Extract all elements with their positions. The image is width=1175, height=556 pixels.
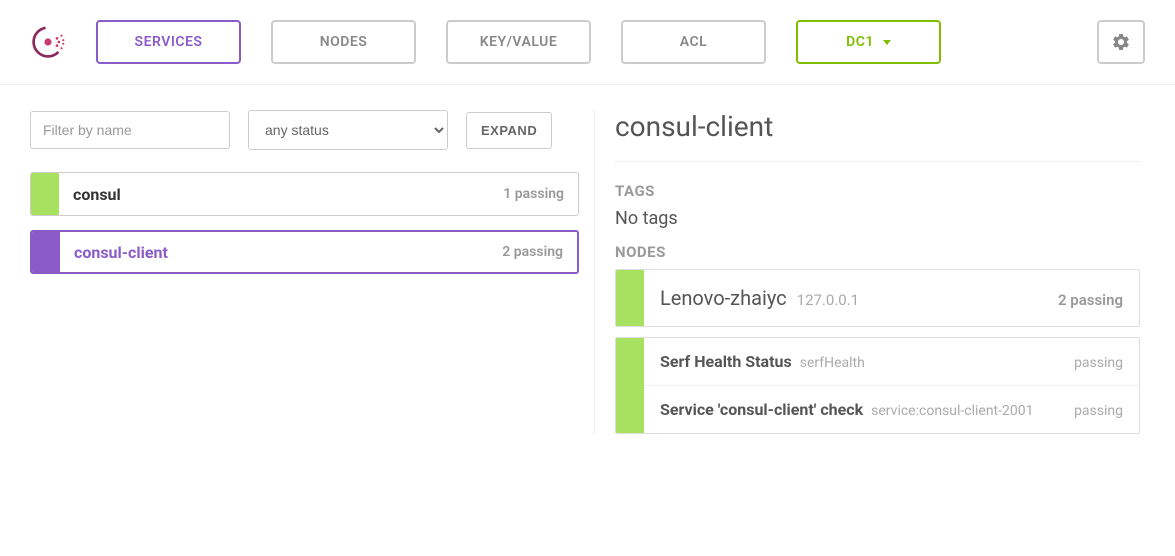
status-bar — [31, 173, 59, 215]
settings-button[interactable] — [1097, 20, 1145, 64]
gear-icon — [1111, 32, 1131, 52]
status-bar — [616, 270, 644, 326]
datacenter-label: DC1 — [846, 34, 874, 50]
checks-content: Serf Health Status serfHealth passing Se… — [644, 338, 1139, 433]
tags-value: No tags — [615, 208, 1140, 229]
service-item-consul[interactable]: consul 1 passing — [30, 172, 579, 216]
consul-logo — [30, 24, 66, 60]
check-id: service:consul-client-2001 — [871, 403, 1066, 419]
detail-title: consul-client — [615, 110, 1140, 162]
datacenter-selector[interactable]: DC1 — [796, 20, 941, 64]
service-status: 2 passing — [488, 244, 577, 260]
chevron-down-icon — [883, 40, 891, 45]
tab-keyvalue[interactable]: KEY/VALUE — [446, 20, 591, 64]
right-panel: consul-client TAGS No tags NODES Lenovo-… — [595, 110, 1160, 434]
checks-card: Serf Health Status serfHealth passing Se… — [615, 337, 1140, 434]
status-select[interactable]: any status — [248, 110, 448, 150]
header: SERVICES NODES KEY/VALUE ACL DC1 — [0, 0, 1175, 85]
expand-button[interactable]: EXPAND — [466, 112, 552, 149]
service-item-consul-client[interactable]: consul-client 2 passing — [30, 230, 579, 274]
service-status: 1 passing — [489, 186, 578, 202]
nodes-label: NODES — [615, 243, 1140, 261]
check-id: serfHealth — [800, 355, 1066, 371]
nav-tabs: SERVICES NODES KEY/VALUE ACL DC1 — [96, 20, 1067, 64]
node-content: Lenovo-zhaiyc 127.0.0.1 2 passing — [644, 270, 1139, 326]
service-list: consul 1 passing consul-client 2 passing — [30, 172, 579, 274]
service-name: consul — [59, 185, 489, 204]
check-row[interactable]: Service 'consul-client' check service:co… — [644, 385, 1139, 433]
check-title: Service 'consul-client' check — [660, 400, 863, 419]
status-bar — [616, 338, 644, 433]
node-status: 2 passing — [1058, 291, 1123, 309]
status-bar — [32, 232, 60, 272]
check-title: Serf Health Status — [660, 352, 792, 371]
service-name: consul-client — [60, 243, 488, 262]
check-status: passing — [1074, 355, 1123, 371]
tab-services[interactable]: SERVICES — [96, 20, 241, 64]
filter-row: any status EXPAND — [30, 110, 579, 150]
node-address: 127.0.0.1 — [797, 291, 1048, 309]
tab-acl[interactable]: ACL — [621, 20, 766, 64]
filter-input[interactable] — [30, 111, 230, 149]
tags-label: TAGS — [615, 182, 1140, 200]
node-card[interactable]: Lenovo-zhaiyc 127.0.0.1 2 passing — [615, 269, 1140, 327]
main-content: any status EXPAND consul 1 passing consu… — [0, 85, 1175, 459]
check-row[interactable]: Serf Health Status serfHealth passing — [644, 338, 1139, 385]
tab-nodes[interactable]: NODES — [271, 20, 416, 64]
check-status: passing — [1074, 403, 1123, 419]
left-panel: any status EXPAND consul 1 passing consu… — [15, 110, 595, 434]
node-name: Lenovo-zhaiyc — [660, 286, 787, 310]
